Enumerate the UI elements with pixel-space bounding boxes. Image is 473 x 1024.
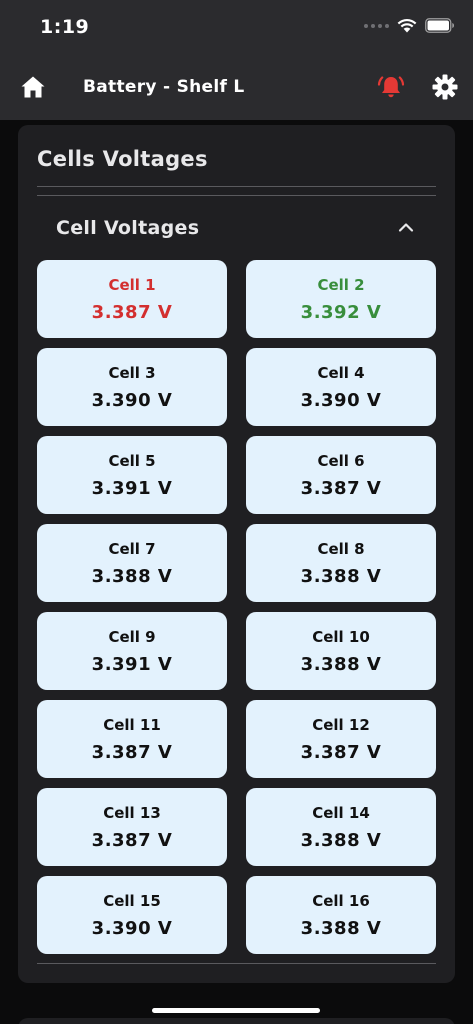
status-icons (364, 18, 455, 33)
cell-tile[interactable]: Cell 16 3.388 V (246, 876, 436, 954)
cell-voltage: 3.388 V (300, 653, 382, 675)
cell-voltage: 3.388 V (91, 565, 173, 587)
next-card (18, 1018, 455, 1024)
cell-voltage: 3.391 V (91, 653, 173, 675)
status-time: 1:19 (40, 16, 90, 38)
divider (37, 195, 436, 196)
cell-voltage: 3.387 V (91, 829, 173, 851)
cell-name: Cell 2 (317, 275, 365, 294)
top-bar: 1:19 Battery - Shelf L (0, 0, 473, 120)
cell-tile[interactable]: Cell 15 3.390 V (37, 876, 227, 954)
cell-name: Cell 11 (103, 715, 161, 734)
cell-name: Cell 1 (108, 275, 156, 294)
cell-grid: Cell 1 3.387 V Cell 2 3.392 V Cell 3 3.390 VC… (37, 260, 436, 954)
cell-tile[interactable]: Cell 11 3.387 V (37, 700, 227, 778)
cellular-signal-icon (364, 23, 389, 28)
cell-tile[interactable]: Cell 12 3.387 V (246, 700, 436, 778)
cell-voltage: 3.390 V (91, 917, 173, 939)
cell-voltage: 3.390 V (91, 389, 173, 411)
home-icon[interactable] (20, 75, 46, 99)
cell-tile[interactable]: Cell 7 3.388 V (37, 524, 227, 602)
cell-name: Cell 6 (317, 451, 365, 470)
page-title: Battery - Shelf L (83, 77, 245, 97)
cell-tile[interactable]: Cell 14 3.388 V (246, 788, 436, 866)
cell-name: Cell 16 (312, 891, 370, 910)
cell-tile[interactable]: Cell 5 3.391 V (37, 436, 227, 514)
cell-voltage: 3.388 V (300, 829, 382, 851)
chevron-up-icon[interactable] (398, 221, 414, 233)
cell-voltage: 3.387 V (300, 741, 382, 763)
cell-voltages-section-toggle[interactable]: Cell Voltages (37, 205, 436, 255)
cell-name: Cell 10 (312, 627, 370, 646)
battery-icon (425, 18, 454, 33)
cell-tile[interactable]: Cell 3 3.390 V (37, 348, 227, 426)
card-title: Cells Voltages (37, 147, 208, 171)
cell-tile[interactable]: Cell 10 3.388 V (246, 612, 436, 690)
alarm-bell-icon[interactable] (377, 73, 405, 101)
cell-voltage: 3.387 V (91, 301, 173, 323)
cell-voltage: 3.391 V (91, 477, 173, 499)
cell-name: Cell 3 (108, 363, 156, 382)
cell-tile[interactable]: Cell 1 3.387 V (37, 260, 227, 338)
cell-voltage: 3.387 V (300, 477, 382, 499)
cell-tile[interactable]: Cell 4 3.390 V (246, 348, 436, 426)
cell-voltage: 3.390 V (300, 389, 382, 411)
cell-name: Cell 9 (108, 627, 156, 646)
cell-name: Cell 8 (317, 539, 365, 558)
cell-name: Cell 13 (103, 803, 161, 822)
cell-name: Cell 5 (108, 451, 156, 470)
cell-tile[interactable]: Cell 9 3.391 V (37, 612, 227, 690)
cell-tile[interactable]: Cell 2 3.392 V (246, 260, 436, 338)
app-screen: 1:19 Battery - Shelf L Cells Voltages Ce… (0, 0, 473, 1024)
cells-voltages-card: Cells Voltages Cell Voltages Cell 1 3.387… (18, 125, 455, 983)
divider (37, 186, 436, 187)
cell-voltage: 3.388 V (300, 917, 382, 939)
cell-tile[interactable]: Cell 6 3.387 V (246, 436, 436, 514)
cell-tile[interactable]: Cell 13 3.387 V (37, 788, 227, 866)
cell-name: Cell 7 (108, 539, 156, 558)
wifi-icon (397, 18, 417, 33)
cell-tile[interactable]: Cell 8 3.388 V (246, 524, 436, 602)
cell-name: Cell 12 (312, 715, 370, 734)
cell-voltage: 3.392 V (300, 301, 382, 323)
cell-voltage: 3.388 V (300, 565, 382, 587)
cell-name: Cell 4 (317, 363, 365, 382)
home-indicator[interactable] (152, 1008, 320, 1013)
cell-voltage: 3.387 V (91, 741, 173, 763)
gear-icon[interactable] (432, 74, 458, 100)
cell-name: Cell 15 (103, 891, 161, 910)
cell-name: Cell 14 (312, 803, 370, 822)
divider (37, 963, 436, 964)
section-title: Cell Voltages (56, 217, 200, 239)
